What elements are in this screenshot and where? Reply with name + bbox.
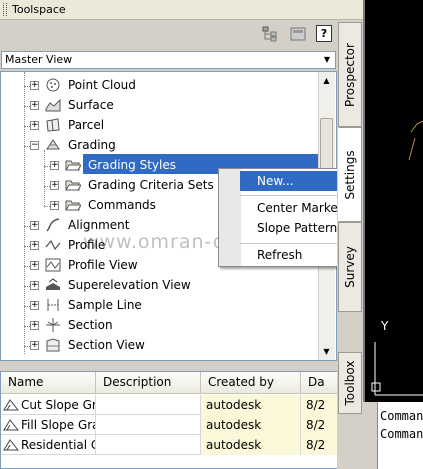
expand-icon[interactable]: + [30, 281, 39, 290]
command-line: Comman [380, 409, 423, 423]
drawing-area[interactable]: Y [363, 0, 423, 402]
grading-style-icon [3, 439, 19, 451]
drag-grip-icon[interactable] [3, 3, 7, 16]
alignment-icon [46, 218, 60, 232]
tree-item-label[interactable]: Grading Criteria Sets [88, 178, 214, 192]
cell-description [96, 435, 201, 455]
ucs-axis-icon [371, 120, 423, 396]
tree-item-label[interactable]: Surface [68, 98, 114, 112]
tree-item-label[interactable]: Superelevation View [68, 278, 191, 292]
list-item[interactable]: Fill Slope Gradautodesk8/2 [1, 415, 340, 435]
expand-icon[interactable]: + [30, 121, 39, 130]
expand-icon[interactable]: + [30, 221, 39, 230]
tab-prospector-label: Prospector [343, 42, 357, 107]
view-select[interactable]: Master View ▼ [1, 51, 336, 69]
tree-item-label[interactable]: Grading [68, 138, 116, 152]
expand-icon[interactable]: + [30, 81, 39, 90]
tree-view-icon[interactable] [262, 26, 278, 42]
cell-created-by: autodesk [201, 435, 301, 455]
folder-open-icon [65, 180, 81, 191]
tree-item-label[interactable]: Section View [68, 338, 145, 352]
view-select-value: Master View [5, 53, 73, 66]
column-header-description[interactable]: Description [96, 372, 201, 394]
tab-prospector[interactable]: Prospector [338, 22, 362, 127]
tree-item-label[interactable]: Profile View [68, 258, 138, 272]
folder-open-icon [65, 200, 81, 211]
cell-date: 8/2 [301, 435, 340, 455]
grading-style-icon [3, 419, 19, 431]
context-menu-icon-strip [219, 169, 241, 266]
surface-icon [45, 98, 61, 112]
cell-description [96, 395, 201, 415]
cell-date: 8/2 [301, 395, 340, 415]
tree-item-label[interactable]: Parcel [68, 118, 104, 132]
expand-icon[interactable]: + [50, 161, 59, 170]
grading-style-icon [3, 399, 19, 411]
tab-survey[interactable]: Survey [338, 222, 362, 312]
tree-item-label[interactable]: Section [68, 318, 113, 332]
grading-icon [46, 139, 60, 150]
toolbar [0, 20, 340, 48]
tab-survey-label: Survey [343, 246, 357, 288]
tree-connector [44, 150, 45, 206]
sample-line-icon [47, 299, 59, 311]
section-view-icon [46, 338, 60, 352]
scroll-up-icon[interactable]: ▲ [318, 72, 335, 89]
tab-settings[interactable]: Settings [338, 127, 362, 222]
tree-item-label[interactable]: Sample Line [68, 298, 142, 312]
cell-description [96, 415, 201, 435]
tree-item-label[interactable]: Commands [88, 198, 156, 212]
expand-icon[interactable]: + [30, 341, 39, 350]
superelevation-icon [46, 278, 60, 290]
parcel-icon [46, 118, 60, 132]
chevron-down-icon[interactable]: ▼ [321, 53, 333, 67]
expand-icon[interactable]: + [50, 181, 59, 190]
expand-icon[interactable]: + [50, 201, 59, 210]
tree-item-label[interactable]: Grading Styles [88, 158, 176, 172]
profile-view-icon [45, 258, 61, 272]
list-item[interactable]: Residential Gautodesk 8/2 [1, 435, 340, 455]
column-header-name[interactable]: Name [1, 372, 96, 394]
tab-settings-label: Settings [343, 149, 357, 200]
help-icon[interactable]: ? [316, 25, 332, 42]
expand-icon[interactable]: + [30, 321, 39, 330]
column-header-created-by[interactable]: Created by [201, 372, 301, 394]
profile-icon [45, 239, 61, 251]
expand-icon[interactable]: + [30, 241, 39, 250]
section-icon [46, 318, 60, 332]
cell-created-by: autodesk [201, 395, 301, 415]
cell-created-by: autodesk [201, 415, 301, 435]
point-cloud-icon [46, 78, 60, 92]
list-item[interactable]: Cut Slope Gra(autodesk8/2 [1, 395, 340, 415]
y-axis-label: Y [381, 319, 389, 333]
command-line: Comman [380, 427, 423, 441]
expand-icon[interactable]: + [30, 101, 39, 110]
collapse-icon[interactable]: − [30, 141, 39, 150]
cell-date: 8/2 [301, 415, 340, 435]
tab-toolbox[interactable]: Toolbox [338, 352, 362, 414]
expand-icon[interactable]: + [30, 301, 39, 310]
folder-open-icon [65, 160, 81, 171]
panel-toggle-icon[interactable] [290, 26, 306, 42]
tree-item-label[interactable]: Point Cloud [68, 78, 136, 92]
window-title: Toolspace [12, 3, 66, 16]
column-header-date[interactable]: Da [301, 372, 340, 394]
tree-connector [24, 72, 25, 354]
tree-item-label[interactable]: Alignment [68, 218, 129, 232]
tab-toolbox-label: Toolbox [343, 360, 357, 406]
expand-icon[interactable]: + [30, 261, 39, 270]
scroll-down-icon[interactable]: ▼ [318, 343, 335, 360]
